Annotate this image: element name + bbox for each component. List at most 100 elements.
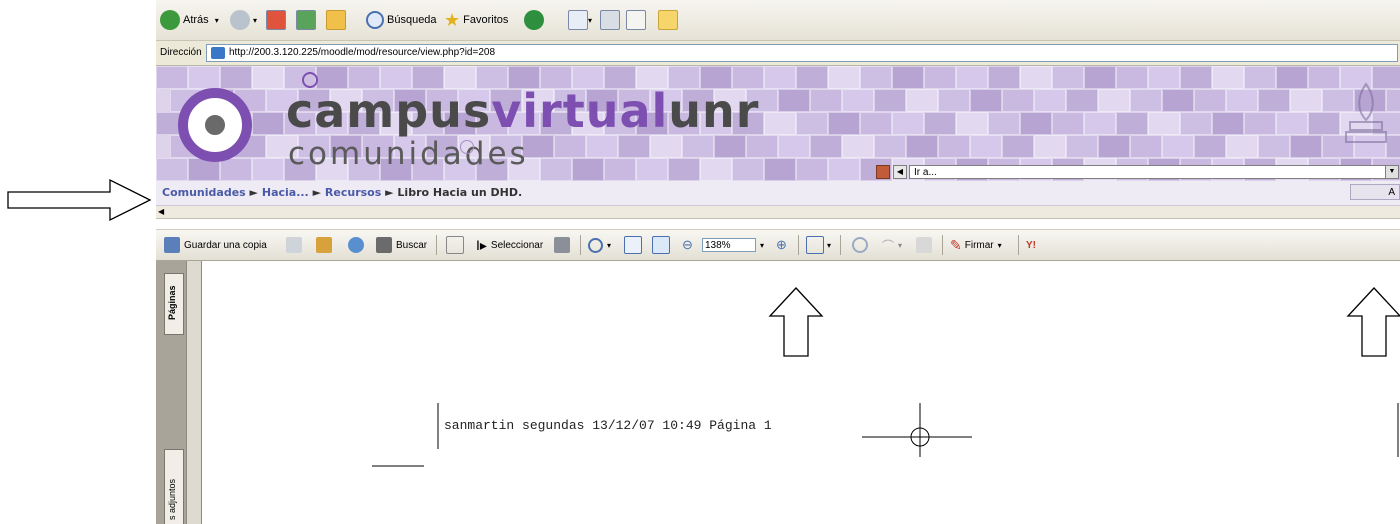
banner-tile <box>668 158 700 181</box>
hand-icon <box>446 236 464 254</box>
select-tool-button[interactable]: I▸ Seleccionar <box>476 237 543 253</box>
banner-tile <box>874 89 906 112</box>
attach-button[interactable] <box>916 237 932 253</box>
fit-page-button[interactable] <box>624 236 642 254</box>
search-button[interactable]: Buscar <box>376 237 427 253</box>
banner-tile <box>810 89 842 112</box>
refresh-button[interactable] <box>296 8 316 32</box>
banner-tile <box>188 66 220 89</box>
banner-tile <box>540 158 572 181</box>
pages-tab[interactable]: Páginas <box>164 273 184 335</box>
print-button[interactable] <box>600 8 620 32</box>
breadcrumb-link-comunidades[interactable]: Comunidades <box>162 186 246 199</box>
stamp-icon: ⌒ <box>882 239 895 253</box>
banner-tile <box>1244 112 1276 135</box>
address-input[interactable]: http://200.3.120.225/moodle/mod/resource… <box>206 44 1398 62</box>
home-button[interactable] <box>326 8 346 32</box>
panel-splitter[interactable] <box>186 261 202 524</box>
banner-tile <box>714 135 746 158</box>
faint-ring-icon <box>460 140 474 154</box>
zoom-field[interactable]: 138% ▾ <box>702 237 764 253</box>
zoom-out-button[interactable]: ⊖ <box>682 237 693 253</box>
dropdown-arrow-icon: ▾ <box>827 240 832 250</box>
save-disk-icon <box>164 237 180 253</box>
stop-button[interactable] <box>266 8 286 32</box>
stop-icon <box>266 10 286 30</box>
university-crest <box>1336 76 1396 156</box>
zoom-input[interactable]: 138% <box>702 238 756 252</box>
banner-tile <box>252 112 284 135</box>
fit-page-icon <box>624 236 642 254</box>
email-icon <box>316 237 332 253</box>
scroll-left-icon[interactable]: ◀ <box>158 207 168 217</box>
email-button[interactable] <box>316 237 332 253</box>
zoom-in-tool-button[interactable]: ▾ <box>588 237 611 253</box>
banner-tile <box>874 135 906 158</box>
back-button[interactable]: Atrás ▾ <box>160 8 219 32</box>
snapshot-button[interactable] <box>554 237 570 253</box>
banner-tile <box>1212 112 1244 135</box>
banner-tile <box>906 135 938 158</box>
dropdown-arrow-icon: ▾ <box>997 240 1002 250</box>
attachments-tab[interactable]: s adjuntos <box>164 449 184 524</box>
logo-campus: campus <box>286 84 492 138</box>
save-copy-button[interactable]: Guardar una copia <box>164 237 267 253</box>
mail-icon <box>568 10 588 30</box>
banner-tile <box>1116 66 1148 89</box>
jump-select[interactable]: Ir a... ▼ <box>909 165 1399 179</box>
web-button[interactable] <box>348 237 364 253</box>
banner-tile <box>732 158 764 181</box>
folder-button[interactable] <box>658 8 678 32</box>
banner-tile <box>156 66 188 89</box>
banner-tile <box>1162 89 1194 112</box>
banner-tile <box>586 135 618 158</box>
breadcrumb-right-button[interactable]: A <box>1350 184 1400 200</box>
horizontal-scrollbar[interactable]: ◀ <box>156 206 1400 219</box>
edit-button[interactable] <box>626 8 646 32</box>
toolbar-divider <box>942 235 943 255</box>
banner-tile <box>1212 66 1244 89</box>
banner-tile <box>828 112 860 135</box>
pen-icon: ✎ <box>950 236 962 253</box>
address-bar: Dirección http://200.3.120.225/moodle/mo… <box>156 41 1400 66</box>
print-button[interactable] <box>286 237 302 253</box>
banner-tile <box>1180 112 1212 135</box>
banner-tile <box>1226 89 1258 112</box>
media-button[interactable] <box>524 8 547 32</box>
banner-tile <box>842 89 874 112</box>
pages-view-button[interactable]: ▾ <box>806 236 832 254</box>
breadcrumb-link-recursos[interactable]: Recursos <box>325 186 381 199</box>
banner-tile <box>860 112 892 135</box>
nav-prev-icon[interactable]: ◀ <box>893 165 907 179</box>
nav-first-icon[interactable] <box>876 165 890 179</box>
search-icon <box>366 11 384 29</box>
breadcrumb-link-hacia[interactable]: Hacia... <box>262 186 309 199</box>
folder-icon <box>658 10 678 30</box>
banner-tile <box>1066 89 1098 112</box>
forward-button[interactable]: ▾ <box>230 8 257 32</box>
mail-button[interactable]: ▾ <box>568 8 592 32</box>
banner-tile <box>970 89 1002 112</box>
banner-tile <box>1052 66 1084 89</box>
zoom-in-button[interactable]: ⊕ <box>776 237 787 253</box>
dropdown-arrow-icon: ▾ <box>607 240 612 250</box>
yahoo-button[interactable]: Y! <box>1026 237 1036 253</box>
hand-tool-button[interactable] <box>446 236 464 254</box>
annotation-arrow-up <box>1346 287 1400 357</box>
favorites-button[interactable]: ★ Favoritos <box>444 8 508 32</box>
site-banner: campusvirtualunr comunidades ◀ Ir a... ▼ <box>156 66 1400 181</box>
stamp-button[interactable]: ⌒ ▾ <box>882 237 902 253</box>
site-logo[interactable]: campusvirtualunr <box>286 86 759 136</box>
rotate-button[interactable] <box>852 237 868 253</box>
breadcrumb-separator: ► <box>385 186 394 199</box>
banner-tile <box>924 112 956 135</box>
fit-width-button[interactable] <box>652 236 670 254</box>
search-button[interactable]: Búsqueda <box>366 8 437 32</box>
fit-width-icon <box>652 236 670 254</box>
logo-ring-icon <box>178 88 252 162</box>
banner-tile <box>1194 135 1226 158</box>
banner-tile <box>1162 135 1194 158</box>
banner-tile <box>956 112 988 135</box>
sign-button[interactable]: ✎ Firmar ▾ <box>950 237 1002 253</box>
breadcrumb-current: Libro Hacia un DHD. <box>397 186 523 199</box>
